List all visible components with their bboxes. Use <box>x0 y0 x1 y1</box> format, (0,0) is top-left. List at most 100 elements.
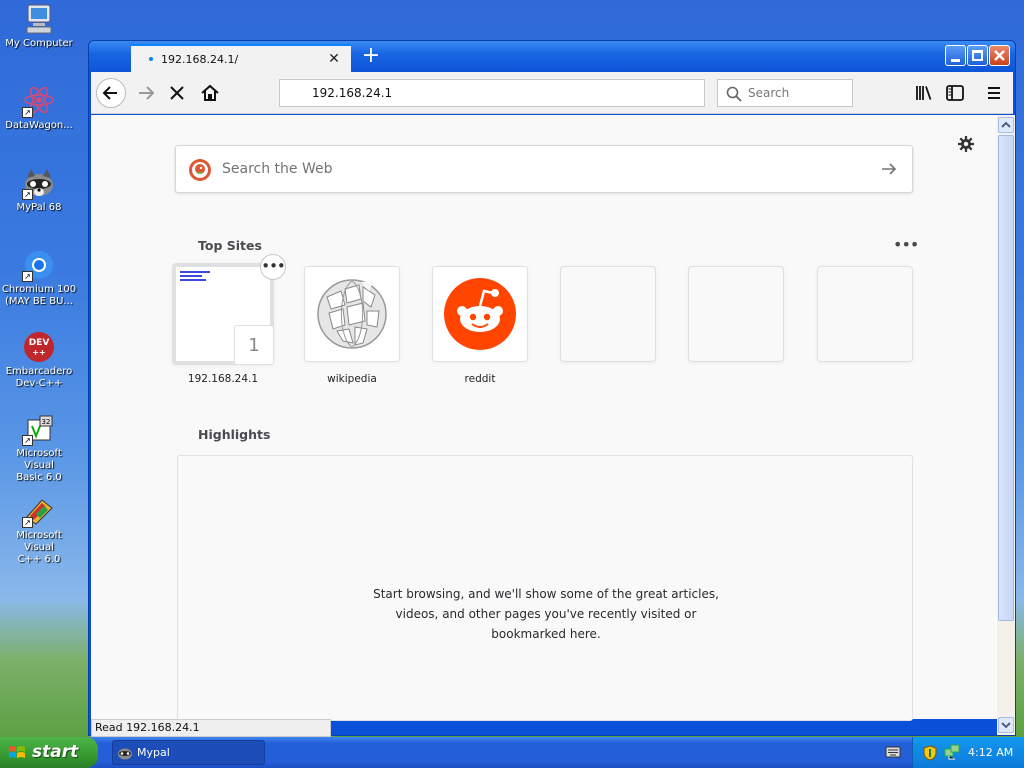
home-button[interactable] <box>195 78 225 108</box>
top-site-badge: 1 <box>234 325 274 365</box>
customize-button[interactable] <box>957 135 975 153</box>
taskbar-item-label: Mypal <box>137 746 170 759</box>
desktop-icon-vcpp[interactable]: ↗ Microsoft Visual C++ 6.0 <box>0 494 78 566</box>
svg-text:32: 32 <box>42 418 51 426</box>
top-site-label: wikipedia <box>327 373 377 385</box>
top-site-thumbnail <box>304 266 400 362</box>
top-sites-more-button[interactable]: ••• <box>893 235 919 254</box>
close-icon <box>994 50 1005 61</box>
duckduckgo-icon <box>189 159 211 181</box>
top-site-tile[interactable]: 1 192.168.24.1 <box>172 263 274 385</box>
highlights-message-line: videos, and other pages you've recently … <box>395 607 697 621</box>
highlights-empty-message: Start browsing, and we'll show some of t… <box>178 584 914 644</box>
highlights-message-line: Start browsing, and we'll show some of t… <box>373 587 719 601</box>
new-tab-page: Search the Web Top Sites ••• 1 192.168.2… <box>91 115 997 721</box>
new-tab-button[interactable]: + <box>359 45 383 69</box>
top-site-label: 192.168.24.1 <box>187 373 259 385</box>
hamburger-menu-icon <box>988 87 1000 99</box>
desktop-icon-label: MyPal 68 <box>16 202 62 213</box>
menu-button[interactable] <box>979 78 1009 108</box>
desktop-icon-datawagon[interactable]: ↗ DataWagon... <box>0 84 78 132</box>
network-icon[interactable] <box>943 743 961 761</box>
shortcut-arrow-icon: ↗ <box>22 107 33 118</box>
desktop: My Computer ↗ DataWagon... ↗ MyPal 68 ↗ … <box>0 0 88 736</box>
url-bar[interactable]: 192.168.24.1 <box>279 79 705 107</box>
top-site-thumbnail: 1 <box>172 263 274 365</box>
scroll-thumb[interactable] <box>998 135 1014 621</box>
tab-active[interactable]: 192.168.24.1/ ✕ <box>131 44 351 72</box>
start-label: start <box>32 742 79 762</box>
nav-toolbar: 192.168.24.1 Search <box>91 72 1013 114</box>
top-site-label: reddit <box>464 373 496 385</box>
desktop-icon-label: Embarcadero Dev-C++ <box>5 366 73 389</box>
top-site-empty-slot[interactable] <box>560 266 656 373</box>
forward-arrow-icon <box>139 86 155 100</box>
page-thumbnail <box>180 271 210 283</box>
visual-basic-icon: 32 ↗ <box>22 412 56 446</box>
browser-window: 192.168.24.1/ ✕ + 192.168.24.1 Search Se… <box>88 40 1016 737</box>
forward-button[interactable] <box>131 78 161 108</box>
scroll-down-button[interactable] <box>998 717 1014 733</box>
search-bar-placeholder: Search <box>748 86 790 100</box>
minimize-icon <box>951 59 960 62</box>
library-button[interactable] <box>909 78 939 108</box>
desktop-icon-chromium[interactable]: ↗ Chromium 100 (MAY BE BU... <box>0 248 78 308</box>
desktop-icon-devcpp[interactable]: DEV ++ Embarcadero Dev-C++ <box>0 330 78 390</box>
top-sites-heading[interactable]: Top Sites <box>198 238 262 253</box>
top-site-empty-slot[interactable] <box>817 266 913 373</box>
maximize-button[interactable] <box>967 45 988 66</box>
web-search-box[interactable]: Search the Web <box>175 145 913 193</box>
minimize-button[interactable] <box>945 45 966 66</box>
highlights-panel: Start browsing, and we'll show some of t… <box>177 455 913 721</box>
desktop-icon-label: Chromium 100 (MAY BE BU... <box>1 284 77 307</box>
shortcut-arrow-icon: ↗ <box>22 271 33 282</box>
title-bar[interactable]: 192.168.24.1/ ✕ + <box>89 41 1015 72</box>
top-site-tile[interactable]: wikipedia <box>304 266 400 385</box>
datawagon-icon: ↗ <box>22 84 56 118</box>
chevron-up-icon <box>1001 121 1011 128</box>
stop-x-icon <box>170 86 184 100</box>
taskbar: start Mypal 4:12 AM <box>0 737 1024 768</box>
search-bar[interactable]: Search <box>717 79 853 107</box>
web-search-placeholder: Search the Web <box>222 161 333 177</box>
reddit-snoo-icon <box>444 278 516 350</box>
home-icon <box>201 84 219 101</box>
vertical-scrollbar[interactable] <box>997 115 1015 735</box>
status-text: Read 192.168.24.1 <box>91 719 331 737</box>
computer-icon <box>22 2 56 36</box>
devcpp-icon: DEV ++ <box>22 330 56 364</box>
tab-loading-dot <box>149 57 153 61</box>
stop-button[interactable] <box>162 78 192 108</box>
keyboard-icon[interactable] <box>885 745 901 759</box>
desktop-icon-label: My Computer <box>5 38 73 49</box>
chevron-down-icon <box>1001 722 1011 729</box>
mypal-raccoon-icon: ↗ <box>22 166 56 200</box>
devcpp-badge-text: DEV <box>29 338 50 348</box>
arrow-right-icon[interactable] <box>880 160 898 178</box>
desktop-icon-mypal[interactable]: ↗ MyPal 68 <box>0 166 78 214</box>
desktop-icon-my-computer[interactable]: My Computer <box>0 2 78 50</box>
top-site-placeholder <box>817 266 913 362</box>
start-button[interactable]: start <box>0 737 98 768</box>
desktop-icon-vb6[interactable]: 32 ↗ Microsoft Visual Basic 6.0 <box>0 412 78 484</box>
top-site-placeholder <box>560 266 656 362</box>
security-shield-icon[interactable] <box>923 745 937 761</box>
clock: 4:12 AM <box>968 746 1014 759</box>
library-icon <box>916 86 932 100</box>
close-button[interactable] <box>989 45 1010 66</box>
shortcut-arrow-icon: ↗ <box>22 189 33 200</box>
top-site-empty-slot[interactable] <box>688 266 784 373</box>
top-site-tile[interactable]: reddit <box>432 266 528 385</box>
gear-icon <box>958 136 974 152</box>
top-site-context-menu-button[interactable]: ••• <box>260 254 286 280</box>
highlights-heading[interactable]: Highlights <box>198 427 270 442</box>
tab-close-icon[interactable]: ✕ <box>327 52 341 66</box>
taskbar-item-mypal[interactable]: Mypal <box>112 740 265 765</box>
scroll-up-button[interactable] <box>998 117 1014 133</box>
back-button[interactable] <box>96 78 126 108</box>
search-icon <box>726 86 742 102</box>
system-tray: 4:12 AM <box>912 737 1024 768</box>
sidebar-button[interactable] <box>940 78 970 108</box>
back-arrow-icon <box>102 86 117 100</box>
mypal-raccoon-icon <box>118 748 132 760</box>
